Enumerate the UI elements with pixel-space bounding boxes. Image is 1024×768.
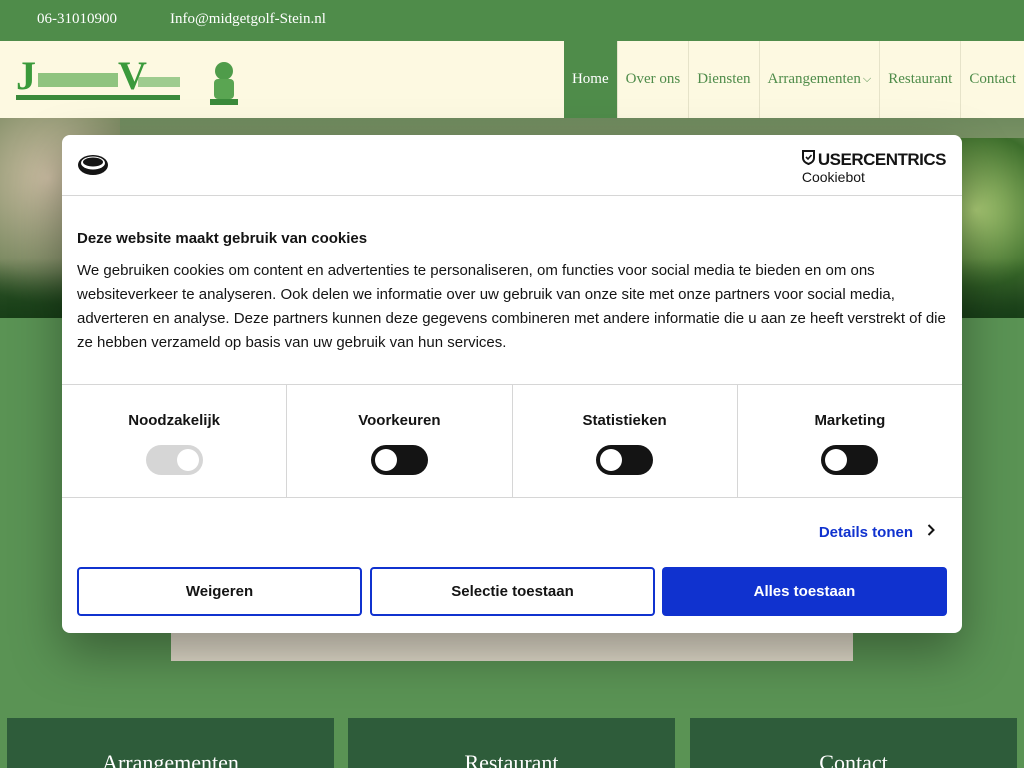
consent-categories: Noodzakelijk Voorkeuren Statistieken Mar… [62, 384, 962, 498]
category-label: Voorkeuren [358, 412, 441, 429]
category-label: Marketing [814, 412, 886, 429]
cookie-icon [77, 153, 109, 182]
dialog-header: USERCENTRICS Cookiebot [62, 135, 962, 196]
chevron-right-icon [927, 523, 935, 541]
toggle-knob [600, 449, 623, 471]
category-voorkeuren: Voorkeuren [286, 385, 511, 497]
deny-button[interactable]: Weigeren [77, 567, 362, 616]
dialog-title: Deze website maakt gebruik van cookies [77, 230, 368, 247]
allow-selection-button[interactable]: Selectie toestaan [370, 567, 655, 616]
allow-selection-label: Selectie toestaan [451, 583, 574, 600]
usercentrics-logo: USERCENTRICS Cookiebot [801, 150, 947, 185]
brand-name: USERCENTRICS [817, 150, 947, 169]
toggle-noodzakelijk [145, 445, 203, 475]
toggle-knob [374, 449, 397, 471]
deny-button-label: Weigeren [185, 583, 254, 600]
category-marketing: Marketing [736, 385, 962, 497]
toggle-voorkeuren[interactable] [370, 445, 428, 475]
toggle-knob [825, 449, 848, 471]
toggle-statistieken[interactable] [596, 445, 654, 475]
category-statistieken: Statistieken [511, 385, 737, 497]
category-label: Statistieken [582, 412, 667, 429]
details-toggle-link[interactable]: Details tonen [819, 523, 935, 541]
toggle-knob [176, 449, 199, 471]
shield-icon [801, 150, 815, 170]
brand-subtitle: Cookiebot [801, 169, 865, 185]
toggle-marketing[interactable] [821, 445, 879, 475]
allow-all-button[interactable]: Alles toestaan [662, 567, 947, 616]
cookie-consent-dialog: USERCENTRICS Cookiebot Deze website maak… [62, 135, 962, 633]
dialog-description: We gebruiken cookies om content en adver… [77, 262, 946, 351]
category-label: Noodzakelijk [128, 412, 220, 429]
category-noodzakelijk: Noodzakelijk [62, 385, 286, 497]
details-label: Details tonen [818, 523, 913, 541]
allow-all-label: Alles toestaan [753, 583, 856, 600]
